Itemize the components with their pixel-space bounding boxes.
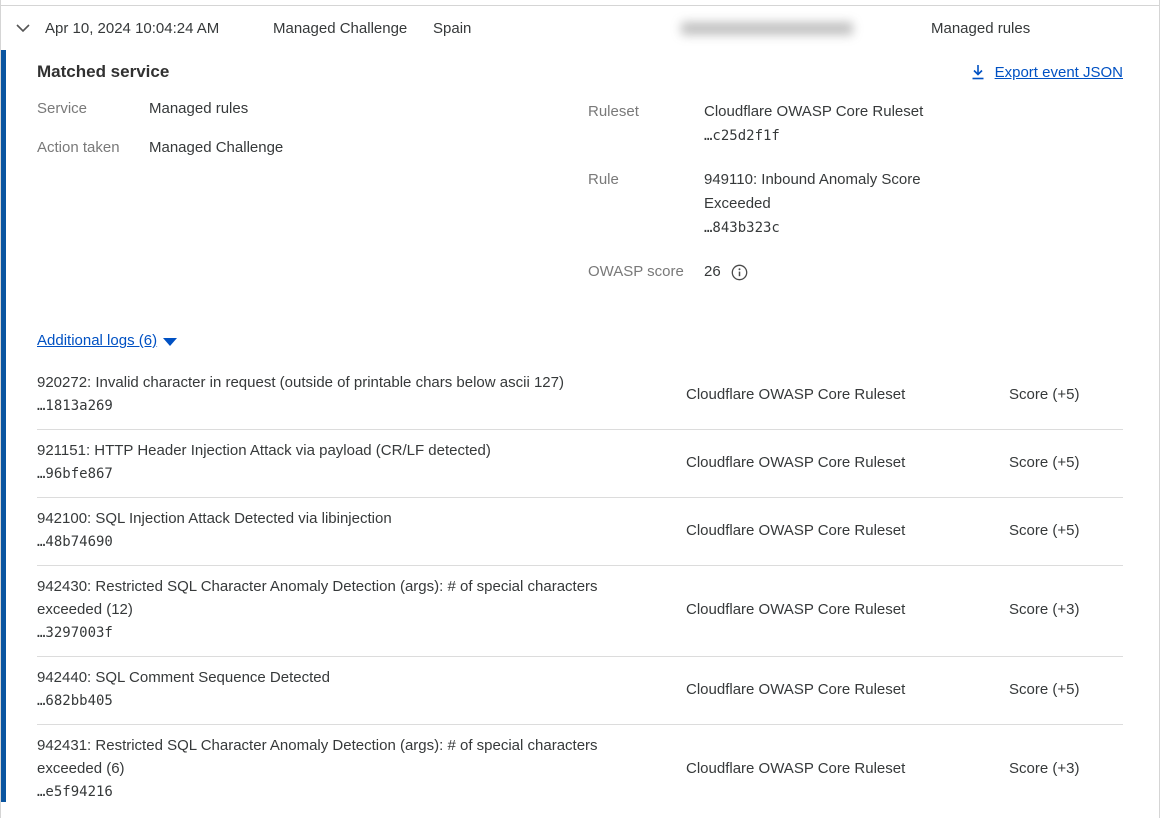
caret-down-icon <box>163 338 177 346</box>
event-service: Managed rules <box>931 20 1159 37</box>
log-ruleset-name: Cloudflare OWASP Core Ruleset <box>686 734 1009 803</box>
log-score: Score (+5) <box>1009 507 1123 553</box>
export-event-json-button[interactable]: Export event JSON <box>970 64 1123 81</box>
chevron-down-icon <box>15 20 31 36</box>
owasp-score-value-wrap: 26 <box>704 260 949 284</box>
event-timestamp: Apr 10, 2024 10:04:24 AM <box>45 20 273 37</box>
additional-logs-label: Additional logs (6) <box>37 332 157 349</box>
log-rule-hash: …3297003f <box>37 623 642 644</box>
log-row: 942430: Restricted SQL Character Anomaly… <box>37 566 1123 657</box>
additional-logs-toggle[interactable]: Additional logs (6) <box>37 332 177 349</box>
log-rule-hash: …48b74690 <box>37 532 642 553</box>
owasp-score-label: OWASP score <box>588 260 704 284</box>
additional-logs-table: 920272: Invalid character in request (ou… <box>37 362 1123 818</box>
log-rule-hash: …682bb405 <box>37 691 642 712</box>
download-icon <box>970 64 986 81</box>
log-score: Score (+5) <box>1009 666 1123 712</box>
log-rule-description: 942431: Restricted SQL Character Anomaly… <box>37 734 642 780</box>
log-row: 921151: HTTP Header Injection Attack via… <box>37 430 1123 498</box>
log-rule-description: 942430: Restricted SQL Character Anomaly… <box>37 575 642 621</box>
action-taken-field: Action taken Managed Challenge <box>37 139 588 156</box>
event-hostname-redacted <box>681 22 931 35</box>
log-score: Score (+3) <box>1009 575 1123 644</box>
service-label: Service <box>37 100 149 117</box>
log-row: 942431: Restricted SQL Character Anomaly… <box>37 725 1123 818</box>
log-ruleset-name: Cloudflare OWASP Core Ruleset <box>686 575 1009 644</box>
action-taken-label: Action taken <box>37 139 149 156</box>
action-taken-value: Managed Challenge <box>149 139 283 156</box>
ruleset-value: Cloudflare OWASP Core Ruleset …c25d2f1f <box>704 100 949 148</box>
rule-field: Rule 949110: Inbound Anomaly Score Excee… <box>588 168 1123 240</box>
collapse-row-button[interactable] <box>15 20 45 36</box>
service-value: Managed rules <box>149 100 248 117</box>
log-row: 942100: SQL Injection Attack Detected vi… <box>37 498 1123 566</box>
log-row: 942440: SQL Comment Sequence Detected …6… <box>37 657 1123 725</box>
info-icon[interactable] <box>731 264 748 281</box>
owasp-score-value: 26 <box>704 260 721 284</box>
ruleset-field: Ruleset Cloudflare OWASP Core Ruleset …c… <box>588 100 1123 148</box>
ruleset-name: Cloudflare OWASP Core Ruleset <box>704 100 949 124</box>
log-score: Score (+5) <box>1009 439 1123 485</box>
export-event-json-label: Export event JSON <box>995 64 1123 81</box>
rule-id-hash: …843b323c <box>704 216 949 240</box>
log-rule-description: 942440: SQL Comment Sequence Detected <box>37 666 642 689</box>
rule-value: 949110: Inbound Anomaly Score Exceeded …… <box>704 168 949 240</box>
event-country: Spain <box>433 20 681 37</box>
rule-name: 949110: Inbound Anomaly Score Exceeded <box>704 168 949 216</box>
event-action: Managed Challenge <box>273 20 433 37</box>
panel-title: Matched service <box>37 62 169 82</box>
owasp-score-field: OWASP score 26 <box>588 260 1123 284</box>
log-row: 920272: Invalid character in request (ou… <box>37 362 1123 430</box>
log-rule-hash: …e5f94216 <box>37 782 642 803</box>
redacted-hostname-blur <box>681 22 853 35</box>
log-rule-hash: …1813a269 <box>37 396 642 417</box>
expanded-row-accent-bar <box>1 50 6 802</box>
log-score: Score (+5) <box>1009 371 1123 417</box>
log-rule-description: 920272: Invalid character in request (ou… <box>37 371 642 394</box>
log-rule-description: 942100: SQL Injection Attack Detected vi… <box>37 507 642 530</box>
log-ruleset-name: Cloudflare OWASP Core Ruleset <box>686 666 1009 712</box>
event-summary-row[interactable]: Apr 10, 2024 10:04:24 AM Managed Challen… <box>1 6 1159 50</box>
panel-header: Matched service Export event JSON <box>37 62 1123 82</box>
ruleset-label: Ruleset <box>588 100 704 148</box>
matched-service-details: Service Managed rules Action taken Manag… <box>37 100 1123 304</box>
ruleset-id-hash: …c25d2f1f <box>704 124 949 148</box>
log-score: Score (+3) <box>1009 734 1123 803</box>
details-left-column: Service Managed rules Action taken Manag… <box>37 100 588 304</box>
log-rule-description: 921151: HTTP Header Injection Attack via… <box>37 439 642 462</box>
details-right-column: Ruleset Cloudflare OWASP Core Ruleset …c… <box>588 100 1123 304</box>
log-ruleset-name: Cloudflare OWASP Core Ruleset <box>686 507 1009 553</box>
service-field: Service Managed rules <box>37 100 588 117</box>
log-ruleset-name: Cloudflare OWASP Core Ruleset <box>686 371 1009 417</box>
log-rule-hash: …96bfe867 <box>37 464 642 485</box>
rule-label: Rule <box>588 168 704 240</box>
firewall-event-detail: Apr 10, 2024 10:04:24 AM Managed Challen… <box>0 0 1160 818</box>
log-ruleset-name: Cloudflare OWASP Core Ruleset <box>686 439 1009 485</box>
event-detail-panel: Matched service Export event JSON Servic… <box>1 50 1159 818</box>
